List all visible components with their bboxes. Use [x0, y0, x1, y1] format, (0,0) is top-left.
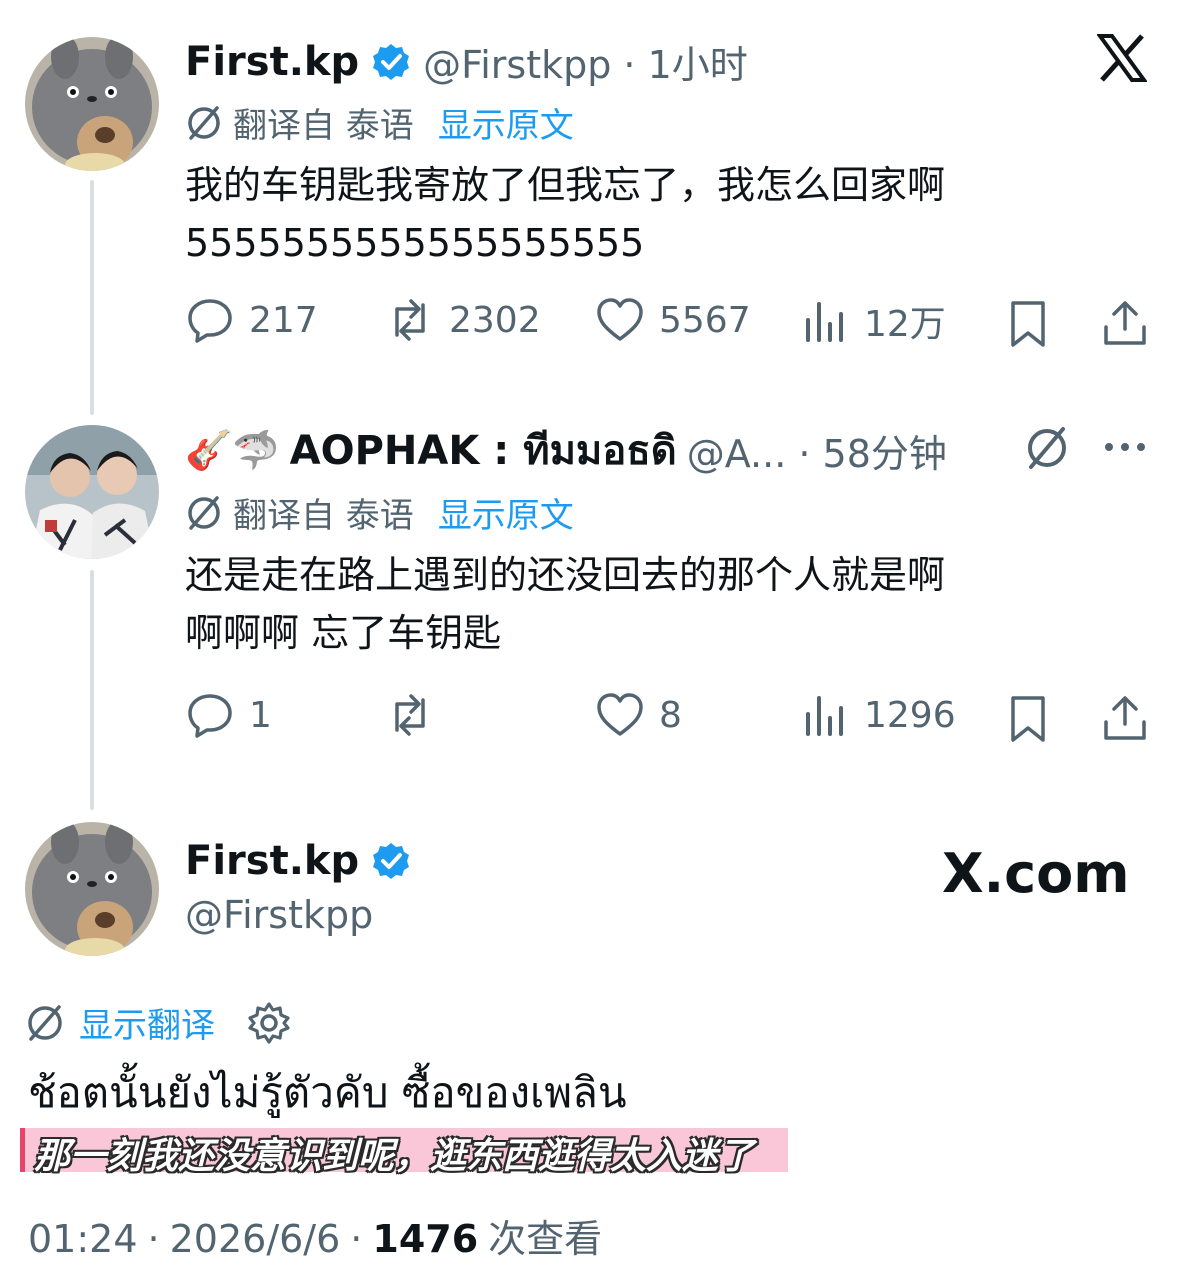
tweet1-text-line2: 5555555555555555555	[185, 221, 645, 265]
tweet2-retweet-button[interactable]	[385, 690, 449, 740]
tweet3-text: ช้อตนั้นยังไม่รู้ตัวคับ ซื้อของเพลิน	[28, 1068, 627, 1117]
subtitle-accent-bar	[20, 1128, 25, 1172]
reply-icon	[188, 299, 232, 343]
tweet1-retweet-count: 2302	[449, 299, 541, 341]
retweet-icon	[395, 694, 425, 736]
reply-icon	[188, 694, 232, 738]
tweet2-emoji: 🎸🦈	[185, 427, 280, 472]
tweet2-text: 还是走在路上遇到的还没回去的那个人就是啊 啊啊啊 忘了车钥匙	[185, 546, 1145, 662]
tweet1-translated-from: 翻译自 泰语	[233, 106, 414, 146]
subtitle-caption: 那一刻我还没意识到呢，逛东西逛得太入迷了	[34, 1136, 755, 1177]
gear-icon[interactable]	[247, 1001, 291, 1045]
tweet1-reply-count: 217	[249, 299, 318, 341]
tweet2-translated-from: 翻译自 泰语	[233, 496, 414, 536]
thread-line-1	[90, 180, 94, 415]
tweet1-handle-time[interactable]: @Firstkpp · 1小时	[423, 34, 748, 89]
footer-separator: ·	[350, 1217, 363, 1261]
tweet2-show-original-link[interactable]: 显示原文	[438, 488, 574, 537]
tweet2-author[interactable]: 🎸🦈 AOPHAK : ทีมมอธดิ @A... · 58分钟	[185, 418, 947, 482]
tweet1-like-button[interactable]: 5567	[595, 295, 751, 345]
x-logo-icon[interactable]	[1097, 33, 1147, 83]
footer-separator: ·	[147, 1217, 160, 1261]
tweet1-name[interactable]: First.kp	[185, 39, 359, 85]
tweet3-date[interactable]: 2026/6/6	[170, 1217, 341, 1261]
tweet3-footer: 01:24 · 2026/6/6 · 1476 次查看	[28, 1208, 602, 1263]
tweet1-actions: 217 2302 5567 12万	[185, 295, 1150, 355]
translate-icon[interactable]	[1024, 425, 1070, 471]
tweet2-reply-count: 1	[249, 694, 272, 736]
tweet3-views-count: 1476	[372, 1217, 479, 1261]
tweet1-author[interactable]: First.kp @Firstkpp · 1小时	[185, 34, 748, 89]
bookmark-icon[interactable]	[1005, 694, 1051, 744]
verified-badge-icon	[373, 43, 410, 80]
tweet2-actions: 1 8 1296	[185, 690, 1150, 750]
views-icon	[806, 302, 843, 342]
tweet2-reply-button[interactable]: 1	[185, 690, 272, 740]
translate-icon	[188, 105, 220, 140]
tweet1-show-original-link[interactable]: 显示原文	[438, 98, 574, 147]
heart-icon	[597, 298, 643, 341]
tweet3-author[interactable]: First.kp	[185, 838, 411, 884]
tweet3-handle[interactable]: @Firstkpp	[185, 893, 373, 937]
avatar-firstkp-main[interactable]	[25, 822, 159, 956]
share-icon[interactable]	[1100, 694, 1150, 744]
verified-badge-icon	[373, 843, 410, 879]
tweet1-view-count: 12万	[864, 304, 946, 345]
tweet1-reply-button[interactable]: 217	[185, 295, 318, 345]
translate-icon	[28, 1004, 62, 1041]
avatar-firstkp[interactable]	[25, 37, 159, 171]
tweet1-retweet-button[interactable]: 2302	[385, 295, 541, 345]
translate-icon	[188, 495, 220, 530]
tweet3-views-label: 次查看	[488, 1217, 603, 1261]
tweet1-like-count: 5567	[659, 299, 751, 341]
retweet-icon	[395, 299, 425, 341]
tweet2-like-count: 8	[659, 694, 682, 736]
thread-line-2	[90, 570, 94, 810]
tweet1-views-button[interactable]: 12万	[800, 295, 946, 347]
x-com-watermark: X.com	[942, 842, 1130, 905]
share-icon[interactable]	[1100, 299, 1150, 349]
tweet3-name[interactable]: First.kp	[185, 838, 359, 884]
tweet1-text: 我的车钥匙我寄放了但我忘了，我怎么回家啊 5555555555555555555	[185, 156, 1145, 272]
views-icon	[806, 696, 843, 736]
more-options-icon[interactable]	[1103, 437, 1147, 457]
heart-icon	[597, 693, 643, 736]
bookmark-icon[interactable]	[1005, 299, 1051, 349]
tweet2-name[interactable]: AOPHAK : ทีมมอธดิ	[290, 418, 677, 482]
tweet2-views-button[interactable]: 1296	[800, 690, 956, 740]
tweet1-translation-row: 翻译自 泰语 显示原文	[185, 98, 574, 147]
tweet2-text-line1: 还是走在路上遇到的还没回去的那个人就是啊	[185, 553, 946, 597]
show-translation-link[interactable]: 显示翻译	[79, 998, 215, 1047]
avatar-aophak[interactable]	[25, 425, 159, 559]
tweet2-handle-time[interactable]: @A... · 58分钟	[687, 423, 947, 478]
tweet3-translation-row: 显示翻译	[25, 998, 291, 1047]
tweet2-view-count: 1296	[864, 694, 956, 736]
tweet2-translation-row: 翻译自 泰语 显示原文	[185, 488, 574, 537]
tweet2-like-button[interactable]: 8	[595, 690, 682, 740]
tweet2-text-line2: 啊啊啊 忘了车钥匙	[185, 611, 502, 655]
tweet1-text-line1: 我的车钥匙我寄放了但我忘了，我怎么回家啊	[185, 163, 946, 207]
tweet3-time[interactable]: 01:24	[28, 1217, 138, 1261]
